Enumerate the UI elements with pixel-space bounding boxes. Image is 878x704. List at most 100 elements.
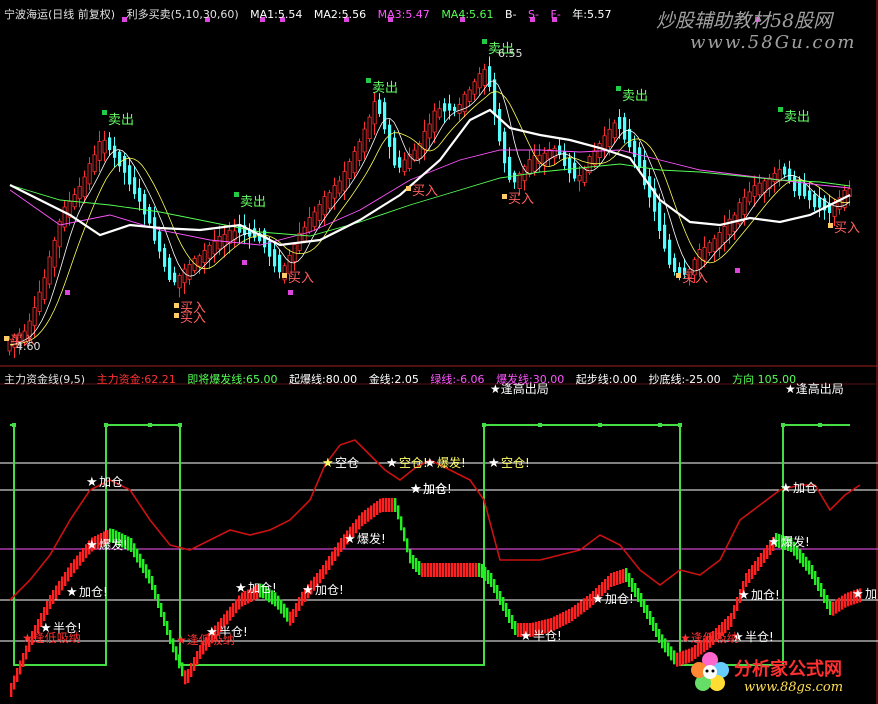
money-bar	[424, 563, 427, 577]
candle-body	[697, 249, 702, 271]
candle-body	[568, 157, 572, 174]
money-bar	[466, 563, 469, 577]
money-bar	[559, 613, 562, 628]
money-bar	[73, 559, 76, 574]
direction-node	[178, 423, 182, 427]
candle-body	[52, 240, 57, 268]
money-bar	[463, 563, 466, 577]
money-bar	[148, 569, 151, 584]
bottom-signal-label: 加仓	[99, 475, 123, 489]
money-bar	[505, 603, 508, 617]
bottom-signal-label: 爆发!	[99, 537, 128, 552]
imminent-line-value: 即将爆发线:65.00	[187, 373, 278, 386]
money-bar	[178, 654, 181, 669]
sell-marker-icon	[102, 110, 107, 115]
stock-name: 宁波海运(日线 前复权)	[4, 8, 116, 21]
sell-marker-icon	[616, 86, 621, 91]
watermark-88gs-title: 分析家公式网	[734, 659, 842, 680]
money-bar	[802, 553, 805, 567]
money-bar	[610, 573, 613, 587]
candle-body	[342, 171, 347, 192]
money-bar	[379, 498, 382, 513]
candle-body	[108, 137, 112, 151]
money-bar	[181, 662, 184, 677]
money-bar	[733, 605, 736, 619]
money-bar	[604, 579, 607, 593]
candle-body	[577, 175, 582, 182]
star-icon: ★	[322, 456, 334, 471]
main-fund-value: 主力资金:62.21	[96, 373, 176, 386]
candle-body	[202, 250, 207, 264]
money-bar	[496, 585, 499, 599]
money-bar	[289, 611, 292, 626]
money-bar	[400, 516, 403, 531]
candle-body	[222, 233, 227, 247]
money-bar	[634, 583, 637, 597]
bottom-signal-label: 爆发!	[357, 531, 386, 546]
money-bar	[727, 616, 730, 630]
ignite-line-value: 起爆线:80.00	[288, 373, 358, 386]
clipped-bottom-label: ★逢低吸纳	[680, 631, 739, 645]
money-bar	[376, 501, 379, 515]
money-bar	[286, 607, 289, 622]
buy-marker-icon	[174, 313, 179, 318]
candle-body	[437, 108, 442, 118]
candle-body	[217, 235, 222, 250]
money-bar	[457, 563, 460, 577]
money-bar	[172, 638, 175, 653]
money-bar	[670, 646, 673, 661]
money-bar	[748, 569, 751, 583]
bottom-signal-label: 加仓	[423, 482, 447, 496]
magenta-marker-icon	[65, 290, 70, 295]
candle-body	[527, 159, 532, 175]
money-bar	[640, 593, 643, 607]
money-bar	[136, 548, 139, 563]
direction-node	[148, 423, 152, 427]
candle-body	[398, 157, 402, 168]
gold-line-value: 金线:2.05	[368, 373, 419, 386]
money-bar	[337, 542, 340, 557]
candle-body	[187, 264, 192, 280]
money-bar	[319, 569, 322, 584]
star-icon: ★	[852, 587, 864, 602]
star-icon: ★	[344, 532, 356, 547]
money-bar	[490, 573, 493, 587]
star-icon: ★	[302, 583, 314, 598]
money-bar	[187, 669, 190, 683]
candle-body	[347, 161, 352, 180]
watermark-58gu-title: 炒股辅助教材58股网	[656, 10, 833, 32]
money-bar	[763, 549, 766, 563]
watermark-58gu-url: www.58Gu.com	[690, 32, 857, 53]
money-bar	[76, 555, 79, 570]
money-bar	[16, 668, 19, 682]
money-bar	[58, 581, 61, 595]
candle-body	[77, 185, 82, 200]
candle-body	[702, 247, 707, 261]
money-bar	[556, 615, 559, 629]
money-bar	[637, 588, 640, 602]
star-icon: ★	[86, 538, 98, 553]
money-bar	[574, 605, 577, 619]
candle-body	[443, 103, 447, 112]
money-bar	[679, 651, 682, 666]
money-bar	[607, 576, 610, 590]
ma2-value: MA2:5.56	[313, 8, 367, 21]
candle-body	[573, 162, 577, 179]
bottom-signal-label: 空仓!	[501, 456, 530, 470]
candle-body	[493, 79, 497, 115]
money-bar	[433, 563, 436, 577]
money-bar	[298, 597, 301, 611]
money-bar	[394, 498, 397, 512]
watermark-88gs-url: www.88gs.com	[744, 680, 844, 695]
candle-body	[383, 102, 387, 130]
candle-body	[623, 117, 627, 140]
candle-body	[367, 116, 372, 140]
bottom-signal-label: 半仓!	[533, 629, 562, 643]
money-bar	[565, 610, 568, 625]
star-icon: ★	[235, 581, 247, 596]
candle-body	[168, 257, 172, 280]
candle-body	[638, 147, 642, 169]
high-price-label: 6.55	[498, 47, 523, 60]
money-bar	[562, 612, 565, 626]
burst-line-value: 爆发线:30.00	[496, 373, 565, 386]
